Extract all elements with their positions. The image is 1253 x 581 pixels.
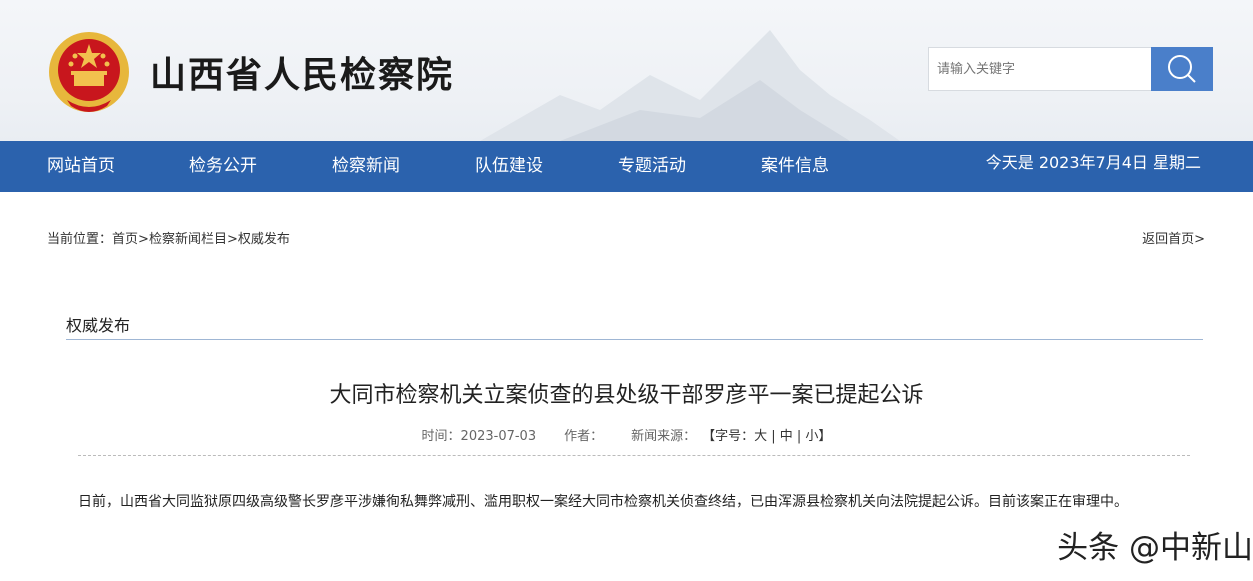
main-nav: 网站首页 检务公开 检察新闻 队伍建设 专题活动 案件信息 今天是 2023年7… xyxy=(0,141,1253,192)
article-author: 作者： xyxy=(564,429,604,444)
search-box xyxy=(928,47,1213,91)
breadcrumb-current[interactable]: 权威发布 xyxy=(238,232,290,247)
breadcrumb-home[interactable]: 首页 xyxy=(112,232,138,247)
breadcrumb-column[interactable]: 检察新闻栏目 xyxy=(149,232,227,247)
national-emblem-icon xyxy=(49,32,129,112)
section-title: 权威发布 xyxy=(66,316,131,335)
article-source: 新闻来源： xyxy=(631,429,697,444)
breadcrumb-separator: > xyxy=(138,232,149,247)
nav-item-affairs[interactable]: 检务公开 xyxy=(189,141,257,192)
watermark: 头条 @中新山 xyxy=(1057,530,1253,566)
nav-item-special[interactable]: 专题活动 xyxy=(618,141,686,192)
nav-item-news[interactable]: 检察新闻 xyxy=(332,141,400,192)
site-title: 山西省人民检察院 xyxy=(150,55,455,96)
meta-divider xyxy=(78,455,1190,456)
back-home-link[interactable]: 返回首页> xyxy=(1142,228,1205,247)
nav-item-home[interactable]: 网站首页 xyxy=(47,141,115,192)
breadcrumb-separator: > xyxy=(226,232,238,247)
article-time: 时间：2023-07-03 xyxy=(421,429,537,444)
article-body: 日前，山西省大同监狱原四级高级警长罗彦平涉嫌徇私舞弊减刑、滥用职权一案经大同市检… xyxy=(78,494,1128,510)
search-icon xyxy=(1168,55,1196,83)
nav-item-team[interactable]: 队伍建设 xyxy=(475,141,543,192)
article-title: 大同市检察机关立案侦查的县处级干部罗彦平一案已提起公诉 xyxy=(329,383,924,408)
page-header: 山西省人民检察院 xyxy=(0,0,1253,141)
article-meta: 时间：2023-07-03 作者： 新闻来源： 【字号：大 | 中 | 小】 xyxy=(0,425,1253,444)
breadcrumb-prefix: 当前位置： xyxy=(47,232,113,247)
current-date: 今天是 2023年7月4日 星期二 xyxy=(985,153,1201,172)
search-button[interactable] xyxy=(1151,47,1213,91)
breadcrumb: 当前位置：首页>检察新闻栏目>权威发布 xyxy=(47,228,290,247)
search-input[interactable] xyxy=(928,47,1152,91)
font-size-switcher[interactable]: 【字号：大 | 中 | 小】 xyxy=(702,429,831,444)
section-divider xyxy=(66,339,1203,340)
nav-item-cases[interactable]: 案件信息 xyxy=(761,141,829,192)
